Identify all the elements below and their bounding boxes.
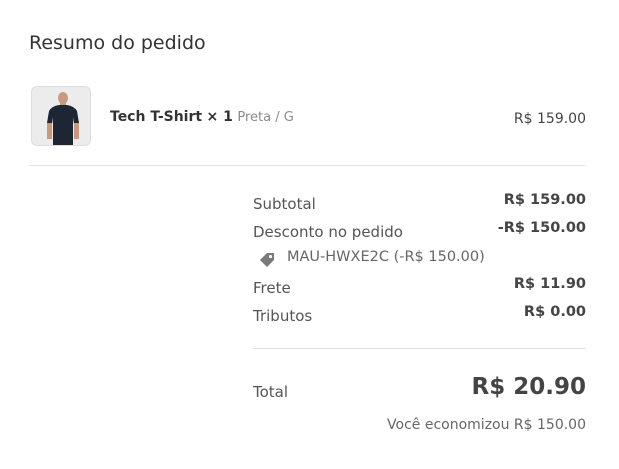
- tshirt-model-photo-icon: [32, 87, 90, 145]
- product-title: Tech T-Shirt: [110, 109, 203, 125]
- shipping-value: R$ 11.90: [513, 276, 586, 292]
- shipping-row: Frete R$ 11.90: [253, 274, 586, 302]
- order-summary-panel: Resumo do pedido Tech T-Shirt × 1 Preta …: [0, 0, 619, 469]
- product-thumbnail: [31, 86, 91, 146]
- coupon-row: MAU-HWXE2C (-R$ 150.00): [253, 246, 586, 274]
- total-value: R$ 20.90: [471, 374, 586, 400]
- tag-icon: [260, 253, 274, 267]
- total-label: Total: [253, 383, 289, 401]
- divider: [253, 348, 586, 349]
- savings-note: Você economizou R$ 150.00: [387, 417, 586, 433]
- taxes-row: Tributos R$ 0.00: [253, 302, 586, 330]
- discount-value: -R$ 150.00: [497, 220, 586, 236]
- subtotal-label: Subtotal: [253, 195, 316, 213]
- taxes-value: R$ 0.00: [523, 304, 586, 320]
- line-item: Tech T-Shirt × 1 Preta / G R$ 159.00: [31, 86, 586, 148]
- order-summary-heading: Resumo do pedido: [29, 32, 206, 54]
- product-variant: Preta / G: [237, 110, 294, 125]
- shipping-label: Frete: [253, 279, 291, 297]
- product-price: R$ 159.00: [513, 111, 586, 127]
- discount-label: Desconto no pedido: [253, 223, 403, 241]
- divider: [29, 165, 586, 166]
- taxes-label: Tributos: [253, 307, 313, 325]
- product-quantity: × 1: [206, 109, 233, 125]
- discount-row: Desconto no pedido -R$ 150.00: [253, 218, 586, 246]
- cost-breakdown: Subtotal R$ 159.00 Desconto no pedido -R…: [253, 190, 586, 330]
- subtotal-value: R$ 159.00: [503, 192, 586, 208]
- subtotal-row: Subtotal R$ 159.00: [253, 190, 586, 218]
- coupon-code: MAU-HWXE2C (-R$ 150.00): [287, 249, 485, 265]
- product-name-line: Tech T-Shirt × 1 Preta / G: [110, 108, 294, 127]
